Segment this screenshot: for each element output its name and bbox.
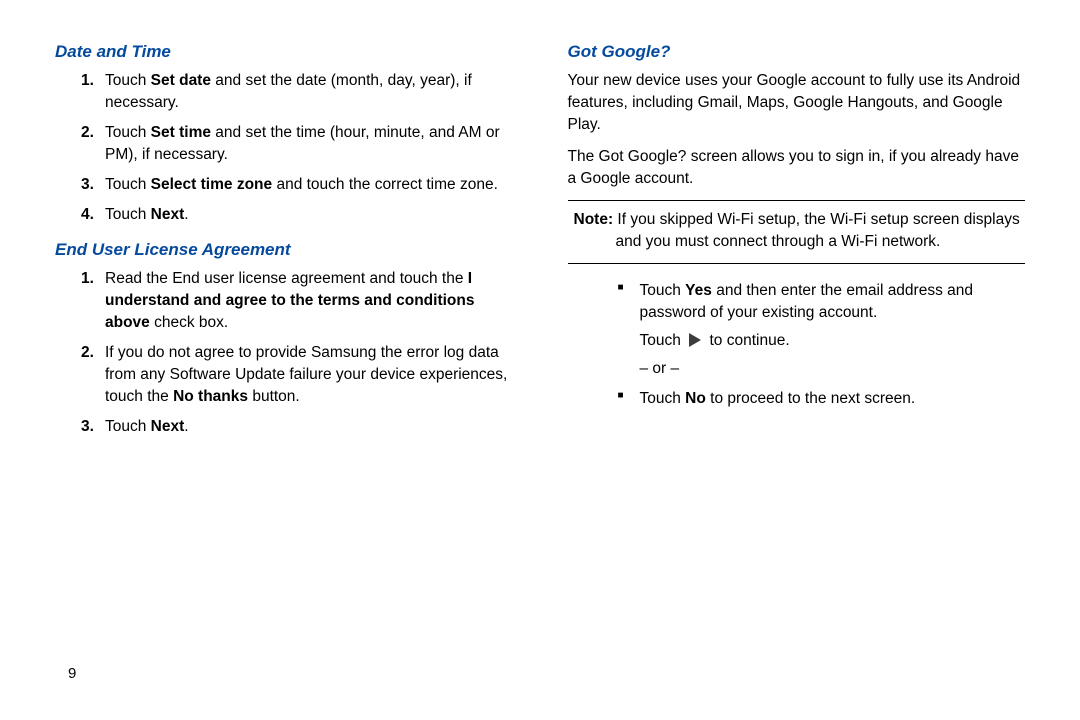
bullet-bold: No xyxy=(685,390,706,407)
list-item: Read the End user license agreement and … xyxy=(105,268,513,334)
step-text: Touch xyxy=(105,72,151,89)
bullet-text: to proceed to the next screen. xyxy=(706,390,915,407)
step-bold: Set date xyxy=(151,72,211,89)
step-text: Touch xyxy=(105,176,151,193)
paragraph: The Got Google? screen allows you to sig… xyxy=(568,146,1026,190)
touch-text: to continue. xyxy=(705,332,789,349)
arrow-right-icon xyxy=(689,333,701,347)
step-text: Touch xyxy=(105,206,151,223)
step-text: . xyxy=(184,206,188,223)
list-item: Touch Set date and set the date (month, … xyxy=(105,70,513,114)
step-text: and touch the correct time zone. xyxy=(272,176,498,193)
step-text: If you do not agree to provide Samsung t… xyxy=(105,344,507,405)
right-column: Got Google? Your new device uses your Go… xyxy=(568,40,1026,690)
list-item: If you do not agree to provide Samsung t… xyxy=(105,342,513,408)
bullet-text: Touch xyxy=(640,282,686,299)
heading-got-google: Got Google? xyxy=(568,40,1026,64)
step-text: check box. xyxy=(150,314,228,331)
bullet-bold: Yes xyxy=(685,282,712,299)
note-body: Note: If you skipped Wi-Fi setup, the Wi… xyxy=(568,209,1026,253)
or-divider: – or – xyxy=(640,358,1026,380)
step-bold: No thanks xyxy=(173,388,248,405)
touch-text: Touch xyxy=(640,332,686,349)
step-text: Touch xyxy=(105,418,151,435)
list-item: Touch No to proceed to the next screen. xyxy=(618,388,1026,410)
paragraph: Your new device uses your Google account… xyxy=(568,70,1026,136)
steps-date-time: Touch Set date and set the date (month, … xyxy=(55,70,513,226)
note-block: Note: If you skipped Wi-Fi setup, the Wi… xyxy=(568,200,1026,264)
list-item: Touch Next. xyxy=(105,416,513,438)
left-column: Date and Time Touch Set date and set the… xyxy=(55,40,513,690)
step-text: Read the End user license agreement and … xyxy=(105,270,468,287)
touch-continue-line: Touch to continue. xyxy=(640,330,1026,352)
step-bold: Select time zone xyxy=(151,176,272,193)
list-item: Touch Next. xyxy=(105,204,513,226)
list-item: Touch Set time and set the time (hour, m… xyxy=(105,122,513,166)
steps-eula: Read the End user license agreement and … xyxy=(55,268,513,438)
step-bold: Next xyxy=(151,418,185,435)
bullet-text: Touch xyxy=(640,390,686,407)
heading-date-time: Date and Time xyxy=(55,40,513,64)
step-bold: Set time xyxy=(151,124,211,141)
heading-eula: End User License Agreement xyxy=(55,238,513,262)
list-item: Touch Select time zone and touch the cor… xyxy=(105,174,513,196)
note-text: If you skipped Wi-Fi setup, the Wi-Fi se… xyxy=(613,211,1020,250)
step-text: Touch xyxy=(105,124,151,141)
step-text: . xyxy=(184,418,188,435)
note-label: Note: xyxy=(574,211,614,228)
step-bold: Next xyxy=(151,206,185,223)
step-text: button. xyxy=(248,388,300,405)
page-number: 9 xyxy=(68,663,76,684)
bullet-list: Touch Yes and then enter the email addre… xyxy=(568,280,1026,410)
list-item: Touch Yes and then enter the email addre… xyxy=(618,280,1026,380)
